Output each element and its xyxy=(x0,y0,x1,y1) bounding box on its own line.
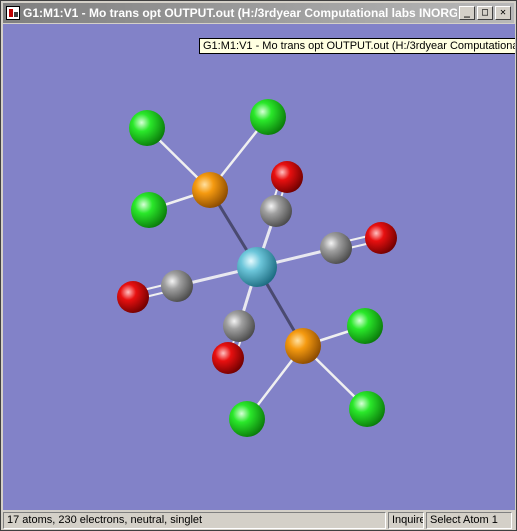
atom-c-top[interactable] xyxy=(260,195,292,227)
app-icon[interactable] xyxy=(6,6,20,20)
atom-cl-6[interactable] xyxy=(349,391,385,427)
status-mode: Inquire xyxy=(388,512,424,529)
window-title: G1:M1:V1 - Mo trans opt OUTPUT.out (H:/3… xyxy=(23,6,457,20)
molecule-view[interactable] xyxy=(3,24,515,510)
atoms xyxy=(117,99,397,437)
atom-o-right[interactable] xyxy=(365,222,397,254)
atom-o-bottom[interactable] xyxy=(212,342,244,374)
atom-o-top[interactable] xyxy=(271,161,303,193)
atom-p-upper[interactable] xyxy=(192,172,228,208)
title-bar[interactable]: G1:M1:V1 - Mo trans opt OUTPUT.out (H:/3… xyxy=(3,3,514,23)
atom-cl-4[interactable] xyxy=(347,308,383,344)
molecule-viewport[interactable]: G1:M1:V1 - Mo trans opt OUTPUT.out (H:/3… xyxy=(3,24,515,510)
atom-cl-5[interactable] xyxy=(229,401,265,437)
atom-cl-1[interactable] xyxy=(129,110,165,146)
atom-c-left[interactable] xyxy=(161,270,193,302)
atom-cl-3[interactable] xyxy=(131,192,167,228)
atom-p-lower[interactable] xyxy=(285,328,321,364)
maximize-button[interactable]: □ xyxy=(477,6,493,20)
atom-c-right[interactable] xyxy=(320,232,352,264)
atom-cl-2[interactable] xyxy=(250,99,286,135)
gaussview-window: G1:M1:V1 - Mo trans opt OUTPUT.out (H:/3… xyxy=(0,0,517,531)
minimize-button[interactable]: _ xyxy=(459,6,475,20)
title-tooltip: G1:M1:V1 - Mo trans opt OUTPUT.out (H:/3… xyxy=(199,38,515,54)
status-bar: 17 atoms, 230 electrons, neutral, single… xyxy=(3,512,515,530)
status-action: Select Atom 1 xyxy=(426,512,512,529)
atom-c-bottom[interactable] xyxy=(223,310,255,342)
atom-mo[interactable] xyxy=(237,247,277,287)
close-button[interactable]: ✕ xyxy=(495,6,511,20)
atom-o-left[interactable] xyxy=(117,281,149,313)
status-molecule-info: 17 atoms, 230 electrons, neutral, single… xyxy=(3,512,386,529)
